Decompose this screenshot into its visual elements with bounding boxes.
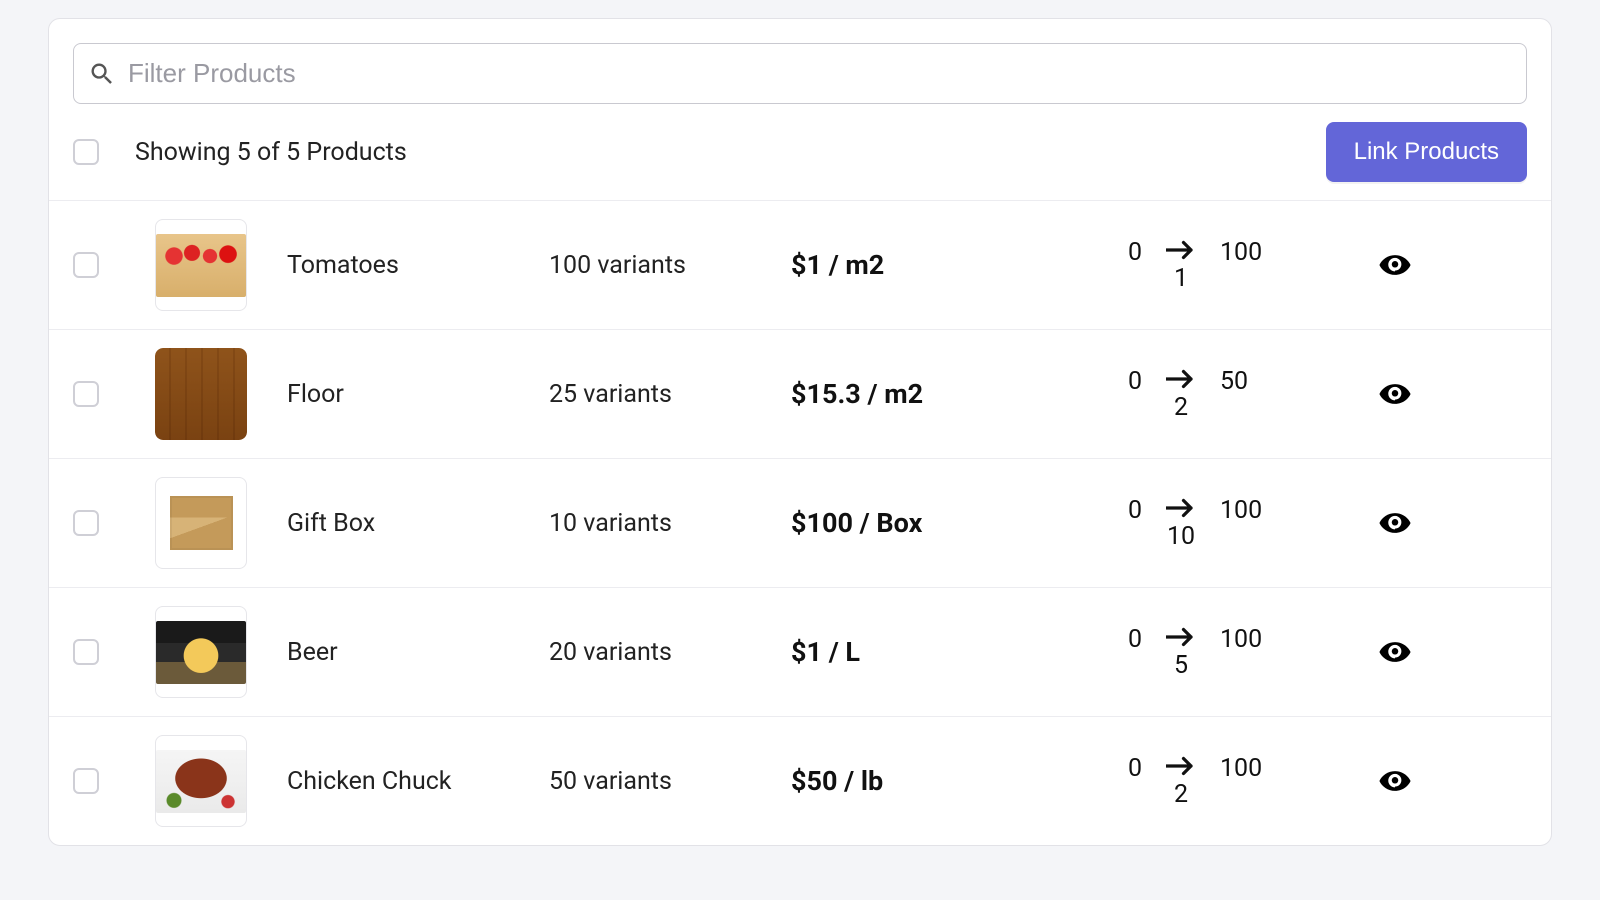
product-name: Beer — [287, 638, 537, 667]
range-step: 5 — [1174, 651, 1188, 680]
product-variants: 20 variants — [549, 638, 779, 667]
eye-icon — [1378, 635, 1412, 669]
product-name: Floor — [287, 380, 537, 409]
range-to: 100 — [1220, 625, 1280, 654]
product-thumbnail — [155, 477, 247, 569]
quantity-range: 0 2 50 — [1063, 367, 1323, 422]
showing-count: Showing 5 of 5 Products — [135, 138, 407, 167]
row-checkbox[interactable] — [73, 381, 99, 407]
row-checkbox[interactable] — [73, 252, 99, 278]
product-row: Chicken Chuck 50 variants $50 / lb 0 2 100 — [49, 717, 1551, 845]
search-input[interactable] — [116, 54, 1512, 93]
product-name: Chicken Chuck — [287, 767, 537, 796]
quantity-range: 0 1 100 — [1063, 238, 1323, 293]
product-price: $50 / lb — [791, 765, 1051, 797]
product-variants: 50 variants — [549, 767, 779, 796]
range-to: 100 — [1220, 238, 1280, 267]
range-from: 0 — [1106, 754, 1142, 783]
product-thumbnail — [155, 219, 247, 311]
search-container — [73, 43, 1527, 104]
product-row: Beer 20 variants $1 / L 0 5 100 — [49, 588, 1551, 717]
row-checkbox[interactable] — [73, 768, 99, 794]
eye-icon — [1378, 506, 1412, 540]
product-row: Floor 25 variants $15.3 / m2 0 2 50 — [49, 330, 1551, 459]
header-row: Showing 5 of 5 Products Link Products — [49, 104, 1551, 201]
arrow-right-icon — [1166, 367, 1196, 391]
range-step: 2 — [1174, 393, 1188, 422]
product-thumbnail — [155, 735, 247, 827]
product-name: Tomatoes — [287, 251, 537, 280]
product-price: $100 / Box — [791, 507, 1051, 539]
view-button[interactable] — [1335, 506, 1455, 540]
range-step: 1 — [1174, 264, 1188, 293]
search-wrap — [49, 19, 1551, 104]
product-price: $1 / m2 — [791, 249, 1051, 281]
product-name: Gift Box — [287, 509, 537, 538]
arrow-right-icon — [1166, 625, 1196, 649]
product-thumbnail — [155, 606, 247, 698]
header-left: Showing 5 of 5 Products — [73, 138, 407, 167]
view-button[interactable] — [1335, 764, 1455, 798]
eye-icon — [1378, 764, 1412, 798]
view-button[interactable] — [1335, 635, 1455, 669]
range-arrow-col: 2 — [1166, 367, 1196, 422]
arrow-right-icon — [1166, 496, 1196, 520]
quantity-range: 0 2 100 — [1063, 754, 1323, 809]
view-button[interactable] — [1335, 377, 1455, 411]
range-to: 100 — [1220, 496, 1280, 525]
arrow-right-icon — [1166, 754, 1196, 778]
quantity-range: 0 10 100 — [1063, 496, 1323, 551]
range-from: 0 — [1106, 625, 1142, 654]
range-step: 2 — [1174, 780, 1188, 809]
range-arrow-col: 10 — [1166, 496, 1196, 551]
product-price: $15.3 / m2 — [791, 378, 1051, 410]
quantity-range: 0 5 100 — [1063, 625, 1323, 680]
product-variants: 25 variants — [549, 380, 779, 409]
link-products-button[interactable]: Link Products — [1326, 122, 1527, 182]
product-variants: 10 variants — [549, 509, 779, 538]
row-checkbox[interactable] — [73, 510, 99, 536]
range-to: 100 — [1220, 754, 1280, 783]
range-step: 10 — [1167, 522, 1195, 551]
product-list: Tomatoes100 variants$1 / m201100Floor25 … — [49, 201, 1551, 845]
product-row: Gift Box 10 variants $100 / Box 0 10 100 — [49, 459, 1551, 588]
product-row: Tomatoes 100 variants $1 / m2 0 1 100 — [49, 201, 1551, 330]
row-checkbox[interactable] — [73, 639, 99, 665]
range-from: 0 — [1106, 496, 1142, 525]
range-to: 50 — [1220, 367, 1280, 396]
range-from: 0 — [1106, 367, 1142, 396]
product-thumbnail — [155, 348, 247, 440]
range-arrow-col: 1 — [1166, 238, 1196, 293]
select-all-checkbox[interactable] — [73, 139, 99, 165]
search-icon — [88, 60, 116, 88]
range-from: 0 — [1106, 238, 1142, 267]
arrow-right-icon — [1166, 238, 1196, 262]
eye-icon — [1378, 248, 1412, 282]
product-price: $1 / L — [791, 636, 1051, 668]
range-arrow-col: 2 — [1166, 754, 1196, 809]
product-variants: 100 variants — [549, 251, 779, 280]
products-card: Showing 5 of 5 Products Link Products To… — [48, 18, 1552, 846]
view-button[interactable] — [1335, 248, 1455, 282]
eye-icon — [1378, 377, 1412, 411]
range-arrow-col: 5 — [1166, 625, 1196, 680]
